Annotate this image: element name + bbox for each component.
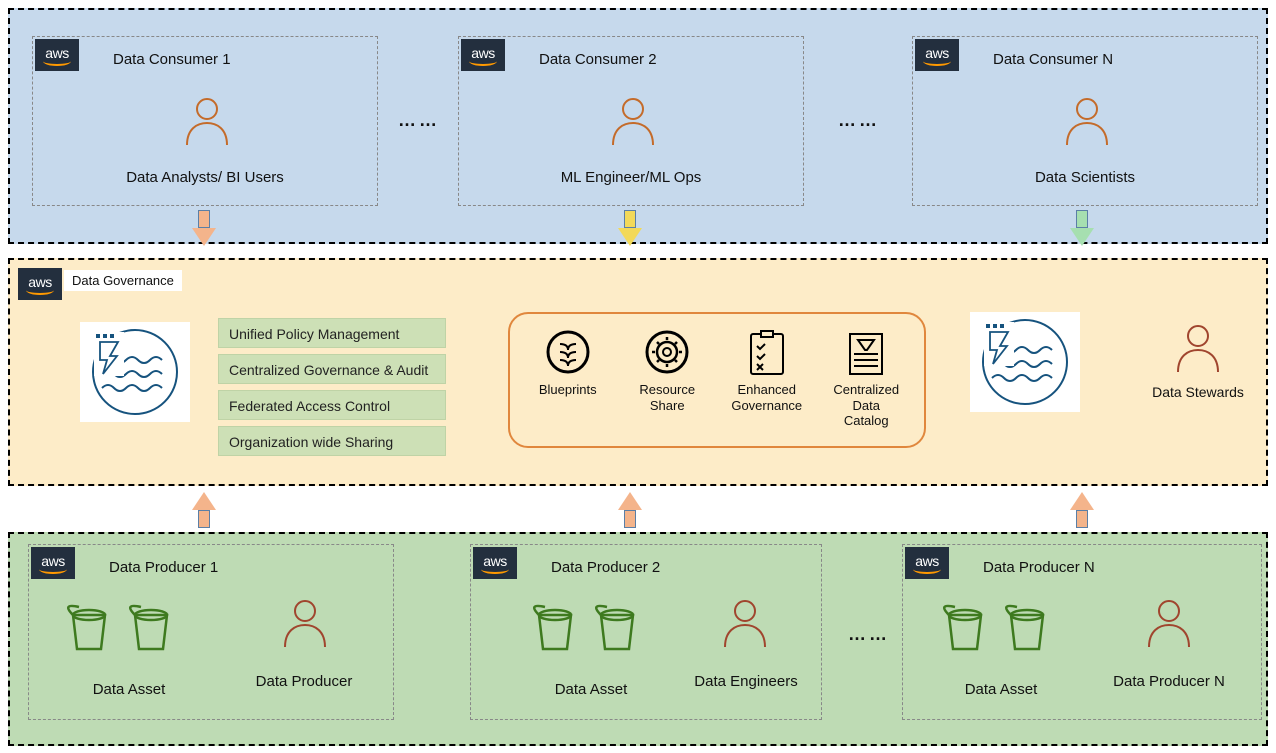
governance-capabilities: Blueprints Resource Share Enhanced Gover… xyxy=(508,312,926,448)
person-icon xyxy=(719,597,771,649)
asset-label: Data Asset xyxy=(941,681,1061,698)
person-icon xyxy=(181,95,233,147)
asset-label: Data Asset xyxy=(531,681,651,698)
policy-item: Centralized Governance & Audit xyxy=(218,354,446,384)
consumer-role: Data Scientists xyxy=(913,169,1257,186)
ellipsis-icon: …… xyxy=(398,110,440,131)
aws-logo-icon: aws xyxy=(18,268,62,300)
arrow-up-icon xyxy=(192,492,216,530)
arrow-down-icon xyxy=(618,210,642,248)
consumers-layer: aws Data Consumer 1 Data Analysts/ BI Us… xyxy=(8,8,1268,244)
arrow-down-icon xyxy=(192,210,216,248)
governance-layer: aws Data Governance Unified Policy Manag… xyxy=(8,258,1268,486)
consumer-title: Data Consumer N xyxy=(993,51,1113,68)
policy-item: Federated Access Control xyxy=(218,390,446,420)
aws-logo-icon: aws xyxy=(461,39,505,71)
ellipsis-icon: …… xyxy=(838,110,880,131)
person-icon xyxy=(1172,322,1224,374)
aws-logo-icon: aws xyxy=(915,39,959,71)
policy-item: Organization wide Sharing xyxy=(218,426,446,456)
bucket-icon xyxy=(593,603,641,653)
producer-card-2: aws Data Producer 2 Data Asset Data Engi… xyxy=(470,544,822,720)
asset-label: Data Asset xyxy=(69,681,189,698)
ellipsis-icon: …… xyxy=(848,624,890,645)
person-icon xyxy=(279,597,331,649)
gov-item-resource-share: Resource Share xyxy=(628,328,708,413)
person-icon xyxy=(607,95,659,147)
consumer-card-n: aws Data Consumer N Data Scientists xyxy=(912,36,1258,206)
blueprints-icon xyxy=(544,328,592,376)
policy-item: Unified Policy Management xyxy=(218,318,446,348)
producer-card-n: aws Data Producer N Data Asset Data Prod… xyxy=(902,544,1262,720)
producer-title: Data Producer 1 xyxy=(109,559,218,576)
bucket-icon xyxy=(127,603,175,653)
producer-role: Data Producer N xyxy=(1089,673,1249,690)
resource-share-icon xyxy=(643,328,691,376)
consumer-title: Data Consumer 2 xyxy=(539,51,657,68)
governance-title: Data Governance xyxy=(64,270,182,291)
aws-logo-icon: aws xyxy=(473,547,517,579)
producer-title: Data Producer N xyxy=(983,559,1095,576)
lake-formation-icon xyxy=(970,312,1080,412)
aws-logo-icon: aws xyxy=(905,547,949,579)
aws-logo-icon: aws xyxy=(35,39,79,71)
producer-role: Data Engineers xyxy=(671,673,821,690)
arrow-down-icon xyxy=(1070,210,1094,248)
person-icon xyxy=(1061,95,1113,147)
bucket-icon xyxy=(941,603,989,653)
producer-role: Data Producer xyxy=(229,673,379,690)
policy-list: Unified Policy Management Centralized Go… xyxy=(218,318,446,462)
producer-card-1: aws Data Producer 1 Data Asset Data Prod… xyxy=(28,544,394,720)
aws-logo-icon: aws xyxy=(31,547,75,579)
arrow-up-icon xyxy=(618,492,642,530)
bucket-icon xyxy=(1003,603,1051,653)
bucket-icon xyxy=(65,603,113,653)
lake-formation-icon xyxy=(80,322,190,422)
gov-item-blueprints: Blueprints xyxy=(528,328,608,398)
centralized-catalog-icon xyxy=(842,328,890,376)
consumer-role: ML Engineer/ML Ops xyxy=(459,169,803,186)
gov-item-enhanced-governance: Enhanced Governance xyxy=(727,328,807,413)
producer-title: Data Producer 2 xyxy=(551,559,660,576)
consumer-title: Data Consumer 1 xyxy=(113,51,231,68)
enhanced-governance-icon xyxy=(743,328,791,376)
consumer-card-1: aws Data Consumer 1 Data Analysts/ BI Us… xyxy=(32,36,378,206)
consumer-role: Data Analysts/ BI Users xyxy=(33,169,377,186)
producers-layer: aws Data Producer 1 Data Asset Data Prod… xyxy=(8,532,1268,746)
arrow-up-icon xyxy=(1070,492,1094,530)
bucket-icon xyxy=(531,603,579,653)
consumer-card-2: aws Data Consumer 2 ML Engineer/ML Ops xyxy=(458,36,804,206)
data-stewards: Data Stewards xyxy=(1140,322,1256,400)
person-icon xyxy=(1143,597,1195,649)
gov-item-centralized-catalog: Centralized Data Catalog xyxy=(827,328,907,429)
